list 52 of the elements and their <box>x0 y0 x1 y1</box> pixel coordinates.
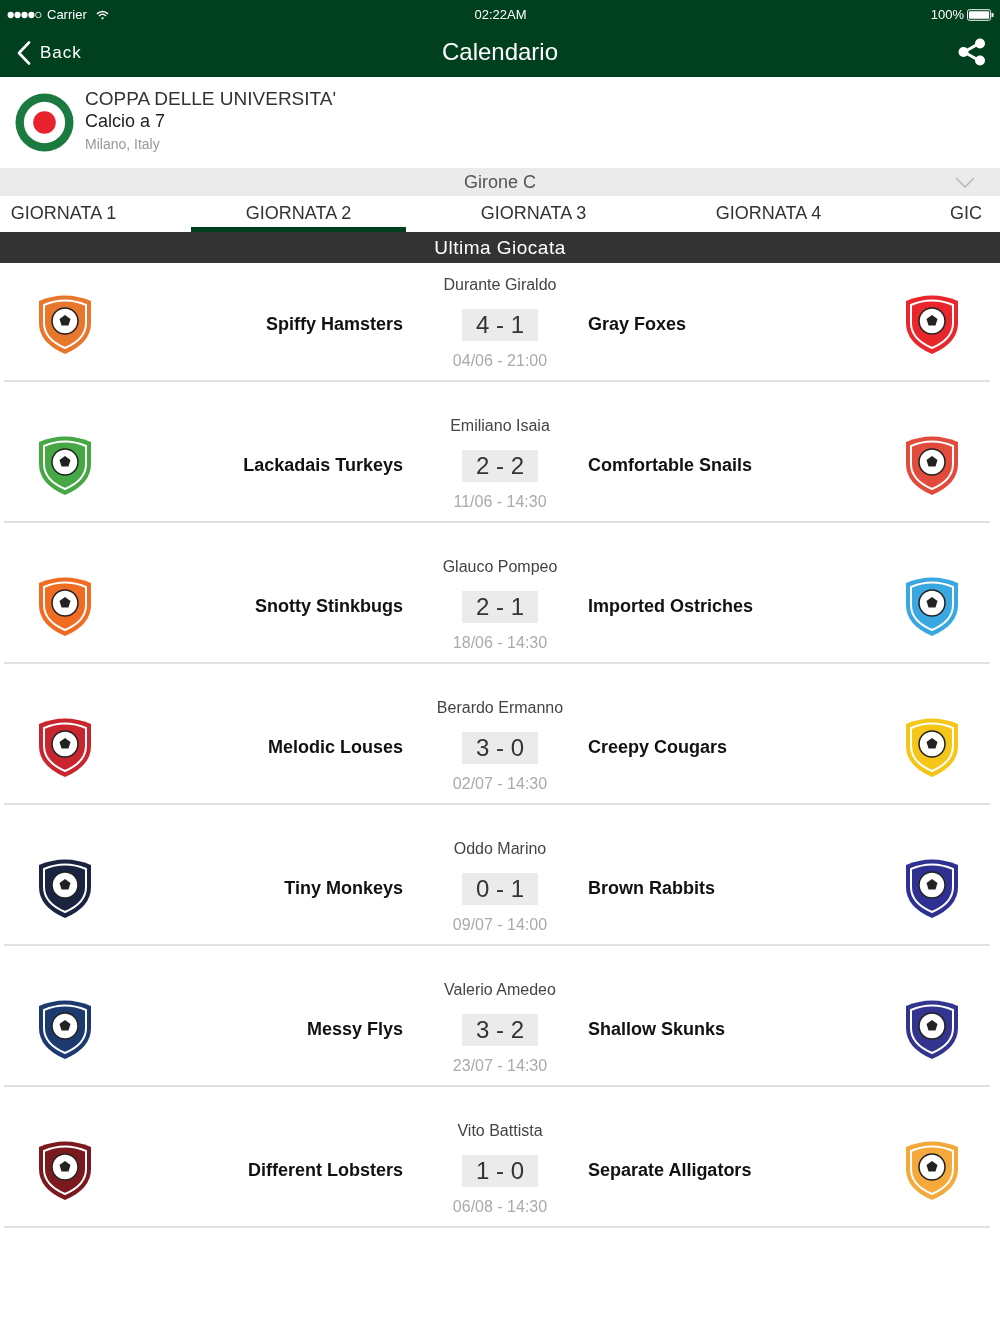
referee-name: Valerio Amedeo <box>444 980 556 1000</box>
away-team-name: Separate Alligators <box>588 1159 752 1181</box>
away-team-name: Creepy Cougars <box>588 736 728 758</box>
away-team-name: Brown Rabbits <box>588 877 715 899</box>
home-team-name: Different Lobsters <box>247 1159 403 1181</box>
match-score: 0 - 1 <box>462 873 538 905</box>
page-title: Calendario <box>441 37 559 67</box>
chevron-left-icon <box>17 40 31 65</box>
referee-name: Durante Giraldo <box>443 275 557 295</box>
home-team-name: Melodic Louses <box>267 736 403 758</box>
tournament-name: COPPA DELLE UNIVERSITA' <box>85 86 337 110</box>
share-icon[interactable] <box>958 37 986 66</box>
match-score: 4 - 1 <box>462 309 538 341</box>
match-date: 06/08 - 14:30 <box>452 1197 548 1217</box>
match-score: 2 - 1 <box>462 591 538 623</box>
match-score: 3 - 2 <box>462 1014 538 1046</box>
match-date: 04/06 - 21:00 <box>452 351 548 371</box>
home-team-name: Lackadais Turkeys <box>243 454 403 476</box>
carrier-label: Carrier <box>47 7 87 23</box>
match-date: 11/06 - 14:30 <box>453 492 547 512</box>
match-score: 2 - 2 <box>462 450 538 482</box>
battery-percent: 100% <box>930 7 964 23</box>
clock-label: 02:22AM <box>474 7 527 23</box>
home-team-name: Tiny Monkeys <box>284 877 403 899</box>
wifi-icon <box>95 10 109 20</box>
home-team-name: Messy Flys <box>306 1018 403 1040</box>
referee-name: Oddo Marino <box>453 839 547 859</box>
match-score: 3 - 0 <box>462 732 538 764</box>
back-button[interactable]: Back <box>0 35 86 70</box>
away-team-name: Imported Ostriches <box>588 595 754 617</box>
away-team-name: Gray Foxes <box>588 313 687 335</box>
match-date: 23/07 - 14:30 <box>452 1056 548 1076</box>
group-dropdown[interactable]: Girone C <box>0 168 1000 196</box>
away-team-name: Comfortable Snails <box>588 454 753 476</box>
tournament-logo-icon <box>15 93 74 152</box>
away-team-name: Shallow Skunks <box>588 1018 726 1040</box>
home-team-name: Snotty Stinkbugs <box>255 595 403 617</box>
referee-name: Berardo Ermanno <box>436 698 564 718</box>
sport-label: Calcio a 7 <box>85 109 167 133</box>
match-date: 18/06 - 14:30 <box>452 633 548 653</box>
match-date: 02/07 - 14:30 <box>452 774 548 794</box>
chevron-down-icon <box>955 177 975 188</box>
location-label: Milano, Italy <box>85 134 161 154</box>
battery-icon <box>967 9 994 21</box>
signal-icon <box>7 11 42 19</box>
referee-name: Emiliano Isaia <box>450 416 550 436</box>
referee-name: Glauco Pompeo <box>442 557 558 577</box>
section-header: Ultima Giocata <box>0 232 1000 263</box>
match-score: 1 - 0 <box>462 1155 538 1187</box>
home-team-name: Spiffy Hamsters <box>265 313 403 335</box>
referee-name: Vito Battista <box>457 1121 543 1141</box>
match-date: 09/07 - 14:00 <box>452 915 548 935</box>
